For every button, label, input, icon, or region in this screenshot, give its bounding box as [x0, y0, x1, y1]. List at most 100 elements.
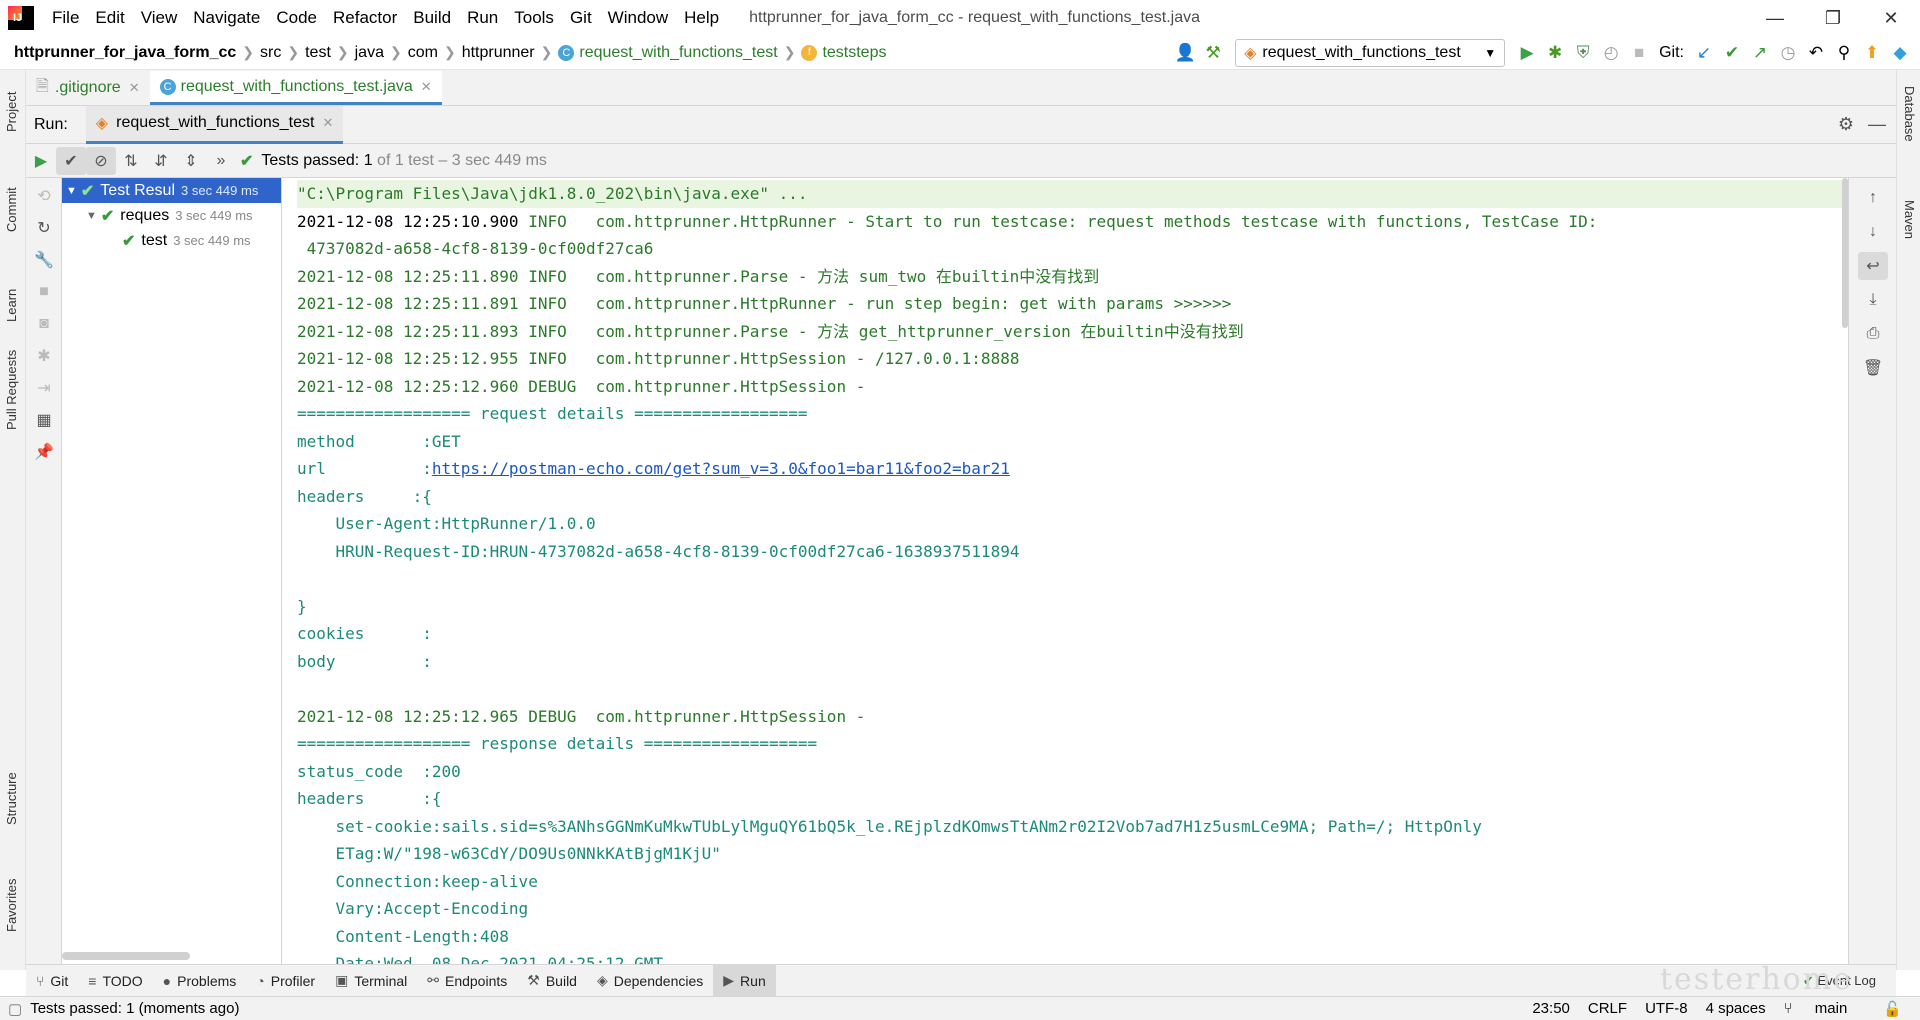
lock-icon[interactable]: 🔓: [1883, 1000, 1902, 1018]
minimize-button[interactable]: —: [1746, 8, 1804, 29]
menu-help[interactable]: Help: [676, 8, 727, 28]
database-tab[interactable]: Database: [1902, 86, 1917, 142]
exit-icon[interactable]: ⇥: [29, 374, 59, 402]
sort-alpha-icon[interactable]: ⇅: [116, 147, 146, 175]
breadcrumb-project[interactable]: httprunner_for_java_form_cc: [14, 44, 236, 62]
git-push-icon[interactable]: ↗: [1746, 43, 1774, 63]
breadcrumb-java[interactable]: java: [355, 44, 384, 62]
breadcrumb-src[interactable]: src: [260, 44, 281, 62]
stop-icon[interactable]: ■: [1625, 43, 1653, 63]
sort-duration-icon[interactable]: ⇵: [146, 147, 176, 175]
caret-position[interactable]: 23:50: [1532, 1000, 1570, 1018]
stop-icon[interactable]: ■: [29, 278, 59, 306]
tab-run[interactable]: ▶ Run: [713, 964, 776, 997]
breadcrumb-com[interactable]: com: [408, 44, 438, 62]
restore-button[interactable]: ❐: [1804, 8, 1862, 29]
line-separator[interactable]: CRLF: [1588, 1000, 1627, 1018]
git-update-icon[interactable]: ↙: [1690, 43, 1718, 63]
menu-navigate[interactable]: Navigate: [185, 8, 268, 28]
menu-tools[interactable]: Tools: [506, 8, 562, 28]
toggle-auto-test-icon[interactable]: ↻: [29, 214, 59, 242]
down-arrow-icon[interactable]: ↓: [1858, 218, 1888, 246]
jetbrains-icon[interactable]: ◆: [1886, 43, 1914, 63]
run-icon[interactable]: ▶: [1513, 43, 1541, 63]
layout-icon[interactable]: ▦: [29, 406, 59, 434]
git-commit-icon[interactable]: ✔: [1718, 43, 1746, 63]
update-icon[interactable]: ⬆: [1858, 43, 1886, 63]
breadcrumb-httprunner[interactable]: httprunner: [462, 44, 535, 62]
menu-run[interactable]: Run: [459, 8, 506, 28]
tab-problems[interactable]: ● Problems: [153, 965, 247, 997]
close-icon[interactable]: ✕: [129, 80, 140, 96]
build-hammer-icon[interactable]: ⚒: [1199, 43, 1227, 63]
breadcrumb-class[interactable]: request_with_functions_test: [579, 44, 777, 62]
tab-todo[interactable]: ≡ TODO: [78, 965, 152, 997]
learn-tab[interactable]: Learn: [4, 289, 19, 322]
show-ignored-icon[interactable]: ⊘: [86, 146, 116, 175]
menu-build[interactable]: Build: [405, 8, 459, 28]
git-branch[interactable]: ⑂ main: [1784, 1000, 1866, 1018]
debug-icon[interactable]: ✱: [29, 342, 59, 370]
commit-tab[interactable]: Commit: [4, 187, 19, 232]
soft-wrap-icon[interactable]: ↩: [1858, 252, 1888, 280]
tab-dependencies[interactable]: ◈ Dependencies: [587, 965, 713, 997]
project-tab[interactable]: Project: [4, 92, 19, 132]
file-encoding[interactable]: UTF-8: [1645, 1000, 1688, 1018]
more-icon[interactable]: »: [206, 147, 236, 175]
menu-git[interactable]: Git: [562, 8, 600, 28]
status-toggle-icon[interactable]: ▢: [8, 1000, 22, 1018]
show-passed-icon[interactable]: ✔: [56, 146, 86, 175]
profile-icon[interactable]: ◴: [1597, 43, 1625, 63]
maven-tab[interactable]: Maven: [1902, 200, 1917, 239]
menu-view[interactable]: View: [133, 8, 186, 28]
scroll-to-end-icon[interactable]: ⤓: [1858, 286, 1888, 314]
wrench-icon[interactable]: 🔧: [29, 246, 59, 274]
status-message[interactable]: Tests passed: 1 (moments ago): [30, 1000, 239, 1017]
tab-profiler[interactable]: ◔ Profiler: [246, 965, 325, 997]
up-arrow-icon[interactable]: ↑: [1858, 184, 1888, 212]
tab-request-with-functions-test[interactable]: C request_with_functions_test.java ✕: [149, 71, 442, 105]
expand-all-icon[interactable]: ⇕: [176, 147, 206, 175]
user-icon[interactable]: 👤: [1171, 43, 1199, 63]
tree-horizontal-scrollbar[interactable]: [62, 952, 190, 960]
tab-endpoints[interactable]: ⚯ Endpoints: [417, 965, 517, 997]
tab-build[interactable]: ⚒ Build: [517, 965, 587, 997]
pin-icon[interactable]: 📌: [29, 438, 59, 466]
camera-icon[interactable]: ◙: [29, 310, 59, 338]
breadcrumb-test[interactable]: test: [305, 44, 331, 62]
favorites-tab[interactable]: Favorites: [4, 879, 19, 932]
tree-node-class[interactable]: ▼ ✔ reques 3 sec 449 ms: [62, 203, 281, 228]
structure-tab[interactable]: Structure: [4, 772, 19, 825]
tab-git[interactable]: ⑂ Git: [26, 965, 78, 997]
gear-icon[interactable]: ⚙: [1838, 114, 1854, 135]
rerun-failed-icon[interactable]: ⟲: [29, 182, 59, 210]
request-url-link[interactable]: https://postman-echo.com/get?sum_v=3.0&f…: [432, 459, 1010, 478]
git-history-icon[interactable]: ◷: [1774, 43, 1802, 63]
tab-terminal[interactable]: ▣ Terminal: [325, 965, 417, 997]
console-output[interactable]: "C:\Program Files\Java\jdk1.8.0_202\bin\…: [282, 178, 1848, 964]
close-icon[interactable]: ✕: [421, 79, 432, 95]
breadcrumb-field[interactable]: teststeps: [822, 44, 886, 62]
print-icon[interactable]: ⎙: [1858, 320, 1888, 348]
tree-node-root[interactable]: ▼ ✔ Test Resul 3 sec 449 ms: [62, 178, 281, 203]
tab-gitignore[interactable]: 🗎 .gitignore ✕: [26, 71, 150, 105]
menu-code[interactable]: Code: [268, 8, 325, 28]
hide-icon[interactable]: —: [1868, 114, 1886, 135]
rerun-icon[interactable]: ▶: [26, 147, 56, 175]
coverage-icon[interactable]: ⛨: [1569, 43, 1597, 63]
search-icon[interactable]: ⚲: [1830, 43, 1858, 63]
debug-icon[interactable]: ✱: [1541, 43, 1569, 63]
pull-requests-tab[interactable]: Pull Requests: [4, 350, 19, 430]
tree-node-test[interactable]: ✔ test 3 sec 449 ms: [62, 228, 281, 253]
close-icon[interactable]: ✕: [322, 115, 333, 131]
menu-window[interactable]: Window: [600, 8, 676, 28]
trash-icon[interactable]: 🗑: [1858, 354, 1888, 382]
menu-file[interactable]: File: [44, 8, 87, 28]
menu-refactor[interactable]: Refactor: [325, 8, 405, 28]
menu-edit[interactable]: Edit: [87, 8, 132, 28]
run-tab[interactable]: ◈ request_with_functions_test ✕: [85, 105, 344, 144]
close-button[interactable]: ✕: [1862, 8, 1920, 29]
indent-setting[interactable]: 4 spaces: [1706, 1000, 1766, 1018]
git-rollback-icon[interactable]: ↶: [1802, 43, 1830, 63]
run-configuration-select[interactable]: ◈ request_with_functions_test ▼: [1235, 38, 1506, 67]
